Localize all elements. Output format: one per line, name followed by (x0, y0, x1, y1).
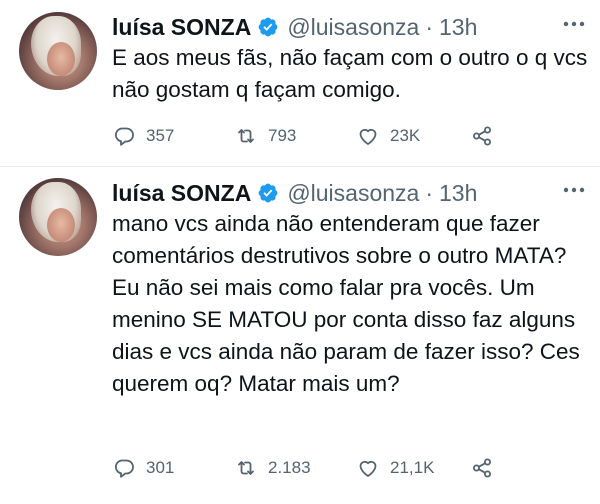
like-count: 23K (390, 126, 421, 145)
tweet-header: luísa SONZA @luisasonza · 13h (112, 12, 477, 42)
author-name[interactable]: luísa SONZA (112, 13, 251, 41)
reply-icon (115, 459, 134, 478)
tweet-feed: luísa SONZA @luisasonza · 13h E aos meus… (0, 0, 600, 504)
avatar[interactable] (19, 12, 97, 90)
reply-count: 301 (146, 458, 175, 477)
share-icon (473, 126, 491, 146)
timestamp[interactable]: 13h (439, 179, 477, 207)
verified-badge-icon (258, 17, 278, 37)
share-icon (473, 458, 491, 478)
reply-button[interactable]: 301 (112, 454, 174, 482)
author-handle[interactable]: @luisasonza (287, 179, 419, 207)
reply-icon (115, 127, 134, 146)
timestamp[interactable]: 13h (439, 13, 477, 41)
retweet-icon (238, 129, 254, 143)
share-button[interactable] (470, 122, 494, 150)
share-button[interactable] (470, 454, 494, 482)
tweet[interactable]: luísa SONZA @luisasonza · 13h E aos meus… (0, 0, 600, 166)
retweet-button[interactable]: 2.183 (234, 454, 311, 482)
tweet-text: mano vcs ainda não entenderam que fazer … (112, 211, 580, 396)
like-icon (359, 460, 377, 477)
like-count: 21,1K (390, 458, 435, 477)
avatar[interactable] (19, 178, 97, 256)
reply-button[interactable]: 357 (112, 122, 174, 150)
action-bar: 357 793 23K (112, 122, 588, 150)
retweet-button[interactable]: 793 (234, 122, 296, 150)
more-options-button[interactable] (560, 180, 588, 200)
author-handle[interactable]: @luisasonza (287, 13, 419, 41)
more-options-button[interactable] (560, 14, 588, 34)
more-icon (563, 187, 585, 193)
tweet[interactable]: luísa SONZA @luisasonza · 13h mano vcs a… (0, 166, 600, 504)
avatar-face (47, 42, 75, 76)
avatar-face (47, 208, 75, 242)
separator-dot: · (425, 14, 434, 40)
retweet-count: 793 (268, 126, 297, 145)
more-icon (563, 21, 585, 27)
tweet-text: E aos meus fãs, não façam com o outro o … (112, 45, 588, 102)
retweet-count: 2.183 (268, 458, 311, 477)
separator-dot: · (425, 180, 434, 206)
action-bar: 301 2.183 21,1K (112, 454, 588, 482)
author-name[interactable]: luísa SONZA (112, 179, 251, 207)
verified-badge-icon (258, 183, 278, 203)
retweet-icon (238, 461, 254, 475)
like-icon (359, 128, 377, 145)
like-button[interactable]: 23K (356, 122, 420, 150)
reply-count: 357 (146, 126, 175, 145)
like-button[interactable]: 21,1K (356, 454, 434, 482)
tweet-header: luísa SONZA @luisasonza · 13h (112, 178, 477, 208)
